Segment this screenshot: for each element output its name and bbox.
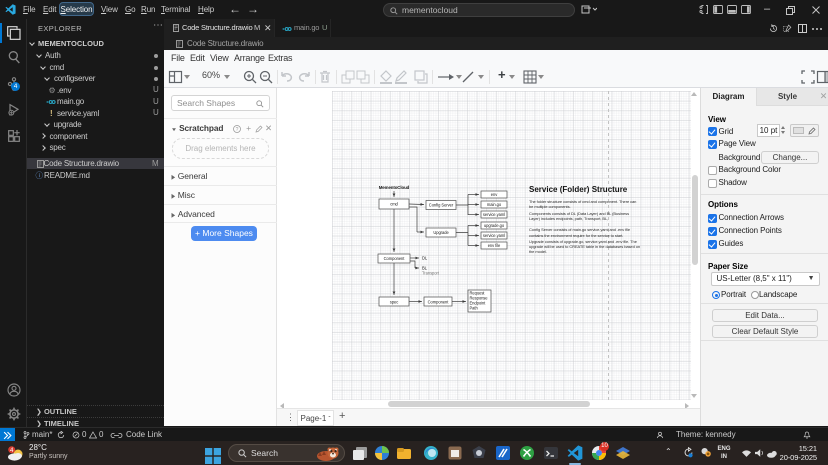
svg-text:env file: env file bbox=[488, 243, 501, 248]
svg-text:DL: DL bbox=[422, 256, 428, 261]
svg-text:main.go: main.go bbox=[487, 202, 502, 207]
svg-text:?: ? bbox=[236, 127, 239, 133]
svg-text:Transport: Transport bbox=[422, 271, 440, 276]
svg-text:MementoCloud: MementoCloud bbox=[379, 185, 410, 190]
svg-text:spec: spec bbox=[390, 300, 398, 305]
svg-text:upgrade.go: upgrade.go bbox=[484, 223, 505, 228]
svg-text:service.yaml: service.yaml bbox=[483, 212, 505, 217]
svg-text:Config Server: Config Server bbox=[429, 203, 454, 208]
svg-text:Component: Component bbox=[428, 300, 450, 305]
svg-text:4: 4 bbox=[10, 447, 14, 454]
svg-text:service.yaml: service.yaml bbox=[483, 233, 505, 238]
svg-text:Component: Component bbox=[384, 256, 406, 261]
svg-text:Upgrade: Upgrade bbox=[433, 230, 449, 235]
svg-text:Path: Path bbox=[470, 306, 479, 311]
svg-text:cmd: cmd bbox=[390, 202, 398, 207]
svg-text:env: env bbox=[491, 192, 498, 197]
